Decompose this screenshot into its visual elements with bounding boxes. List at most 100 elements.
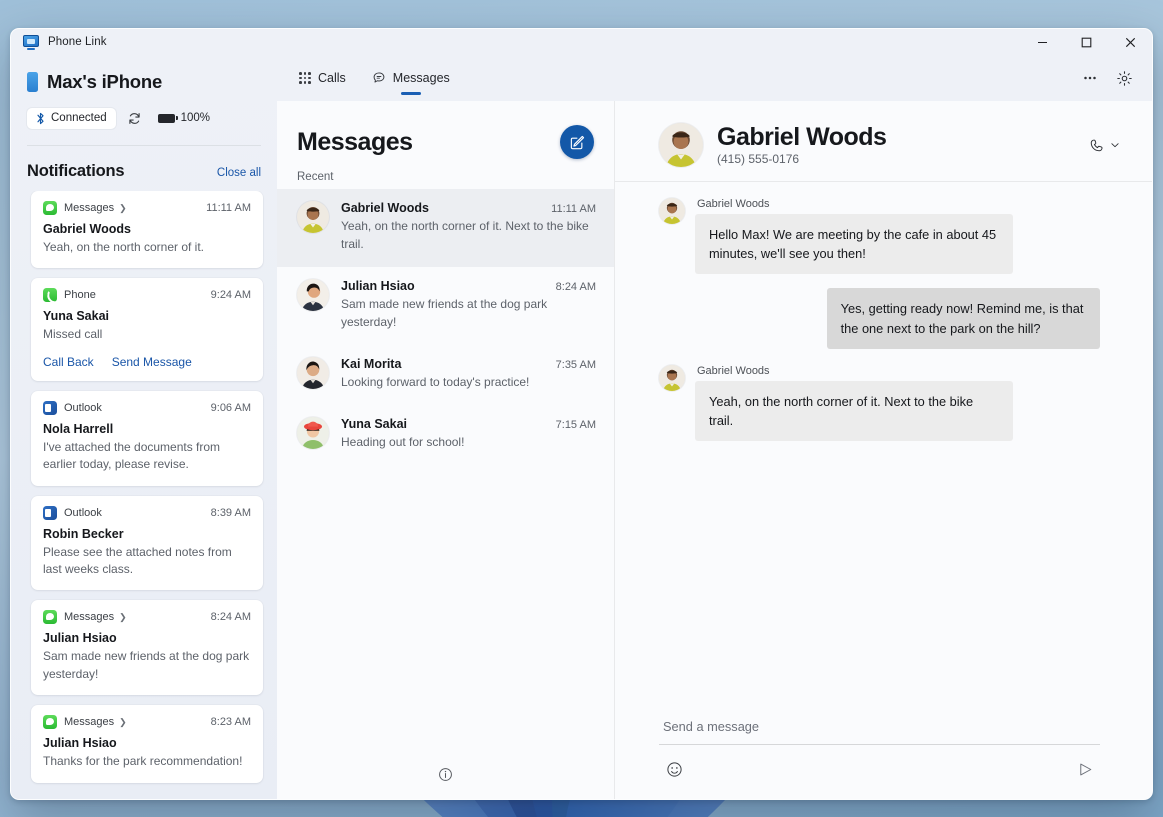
list-item[interactable]: Kai Morita 7:35 AM Looking forward to to… (277, 345, 614, 405)
sidebar: Max's iPhone Connected 100% Notification… (11, 55, 277, 799)
refresh-icon (129, 112, 140, 124)
message-composer (615, 701, 1152, 799)
list-item[interactable]: Yuna Sakai 7:15 AM Heading out for schoo… (277, 405, 614, 465)
minimize-button[interactable] (1020, 29, 1064, 55)
send-icon (1079, 763, 1091, 775)
close-button[interactable] (1108, 29, 1152, 55)
notification-app: Outlook (64, 401, 102, 414)
more-options-button[interactable] (1074, 63, 1106, 93)
phone-device-icon (27, 72, 38, 92)
message-thread[interactable]: Gabriel Woods Hello Max! We are meeting … (615, 182, 1152, 701)
notification-app: Outlook (64, 506, 102, 519)
notification-text: Please see the attached notes from last … (43, 544, 232, 576)
emoji-button[interactable] (659, 755, 689, 783)
contact-phone: (415) 555-0176 (717, 151, 800, 166)
thread-time: 11:11 AM (551, 203, 596, 215)
notifications-header: Notifications Close all (11, 146, 277, 191)
info-button[interactable] (438, 767, 453, 787)
messages-icon (43, 715, 57, 730)
new-message-button[interactable] (560, 125, 594, 159)
message-bubble: Hello Max! We are meeting by the cafe in… (695, 214, 1013, 275)
connection-status-label: Connected (51, 112, 107, 124)
battery-label: 100% (180, 112, 211, 124)
send-button[interactable] (1070, 755, 1100, 783)
battery-indicator: 100% (157, 112, 211, 124)
conversation-header: Gabriel Woods (415) 555-0176 (615, 101, 1152, 182)
thread-time: 7:35 AM (555, 359, 596, 371)
notification-text: Sam made new friends at the dog park yes… (43, 649, 250, 681)
message-incoming: Gabriel Woods Yeah, on the north corner … (659, 364, 1100, 442)
message-incoming: Gabriel Woods Hello Max! We are meeting … (659, 198, 1100, 275)
notification-actions: Call Back Send Message (43, 355, 251, 369)
notification-card[interactable]: Messages ❯ 8:24 AM Julian Hsiao Sam made… (31, 600, 263, 696)
settings-button[interactable] (1108, 63, 1140, 93)
messages-icon (43, 610, 57, 625)
message-sender: Gabriel Woods (697, 364, 770, 377)
tab-messages-label: Messages (392, 71, 450, 85)
close-all-button[interactable]: Close all (217, 167, 261, 179)
send-message-button[interactable]: Send Message (112, 355, 192, 369)
notification-time: 8:39 AM (210, 506, 251, 519)
avatar-julian (297, 279, 329, 311)
messages-icon (43, 201, 57, 215)
thread-time: 7:15 AM (555, 419, 596, 431)
notification-app: Messages (64, 716, 115, 729)
conversation-pane: Gabriel Woods (415) 555-0176 Gabriel Woo… (615, 101, 1152, 799)
call-button[interactable] (1079, 131, 1130, 160)
messages-list-pane: Messages Recent Gabriel Woods 11:11 AM Y… (277, 101, 615, 799)
notification-sender: Gabriel Woods (43, 222, 131, 236)
notification-sender: Julian Hsiao (43, 736, 117, 751)
device-name-label: Max's iPhone (47, 71, 163, 92)
notification-app: Phone (64, 289, 96, 302)
notification-time: 9:06 AM (210, 401, 251, 414)
notification-sender: Nola Harrell (43, 421, 114, 436)
notification-card[interactable]: Outlook 9:06 AM Nola Harrell I've attach… (31, 390, 263, 486)
bluetooth-icon (37, 112, 44, 124)
outlook-icon (43, 505, 57, 520)
message-bubble: Yeah, on the north corner of it. Next to… (695, 380, 1013, 442)
page-title: Messages (297, 127, 413, 156)
connection-status-chip[interactable]: Connected (27, 107, 116, 129)
contact-name: Gabriel Woods (717, 123, 887, 152)
thread-name: Julian Hsiao (341, 279, 415, 293)
thread-preview: Looking forward to today's practice! (341, 375, 530, 389)
tab-calls[interactable]: Calls (289, 55, 356, 101)
notification-time: 8:23 AM (210, 716, 251, 729)
avatar (659, 364, 685, 391)
phone-icon (43, 288, 57, 303)
maximize-button[interactable] (1064, 29, 1108, 55)
avatar (659, 123, 703, 167)
title-bar: Phone Link (11, 29, 1152, 55)
list-item[interactable]: Gabriel Woods 11:11 AM Yeah, on the nort… (277, 189, 614, 267)
tab-messages[interactable]: Messages (362, 55, 460, 101)
notification-time: 9:24 AM (210, 289, 251, 302)
compose-icon (570, 135, 584, 149)
avatar-gabriel (297, 201, 329, 233)
messages-list-header: Messages (277, 101, 614, 159)
avatar-yuna (297, 417, 329, 449)
list-item[interactable]: Julian Hsiao 8:24 AM Sam made new friend… (277, 267, 614, 345)
top-toolbar: Calls Messages (277, 55, 1152, 101)
phone-call-icon (1090, 139, 1103, 151)
notification-sender: Yuna Sakai (43, 309, 110, 324)
notification-card[interactable]: Messages ❯ 8:23 AM Julian Hsiao Thanks f… (31, 705, 263, 783)
main-area: Calls Messages Messages Recent Gabriel W… (277, 55, 1152, 799)
recent-section-label: Recent (297, 171, 334, 183)
chevron-down-icon (1111, 143, 1119, 148)
notification-card[interactable]: Outlook 8:39 AM Robin Becker Please see … (31, 495, 263, 591)
notification-text: Yeah, on the north corner of it. (43, 240, 204, 254)
thread-preview: Sam made new friends at the dog park yes… (341, 297, 548, 329)
message-input[interactable] (659, 711, 1100, 745)
refresh-button[interactable] (120, 105, 150, 131)
thread-list[interactable]: Gabriel Woods 11:11 AM Yeah, on the nort… (277, 189, 614, 755)
phone-link-icon (23, 34, 39, 50)
notifications-list[interactable]: Messages ❯ 11:11 AM Gabriel Woods Yeah, … (11, 191, 277, 799)
device-status-row: Connected 100% (27, 105, 261, 131)
gear-icon (1116, 70, 1132, 86)
notification-card[interactable]: Phone 9:24 AM Yuna Sakai Missed call Cal… (31, 278, 263, 381)
notification-time: 8:24 AM (210, 611, 251, 624)
notification-card[interactable]: Messages ❯ 11:11 AM Gabriel Woods Yeah, … (31, 191, 263, 269)
call-back-button[interactable]: Call Back (43, 355, 94, 369)
battery-icon (157, 113, 178, 123)
chevron-right-icon: ❯ (119, 611, 127, 622)
